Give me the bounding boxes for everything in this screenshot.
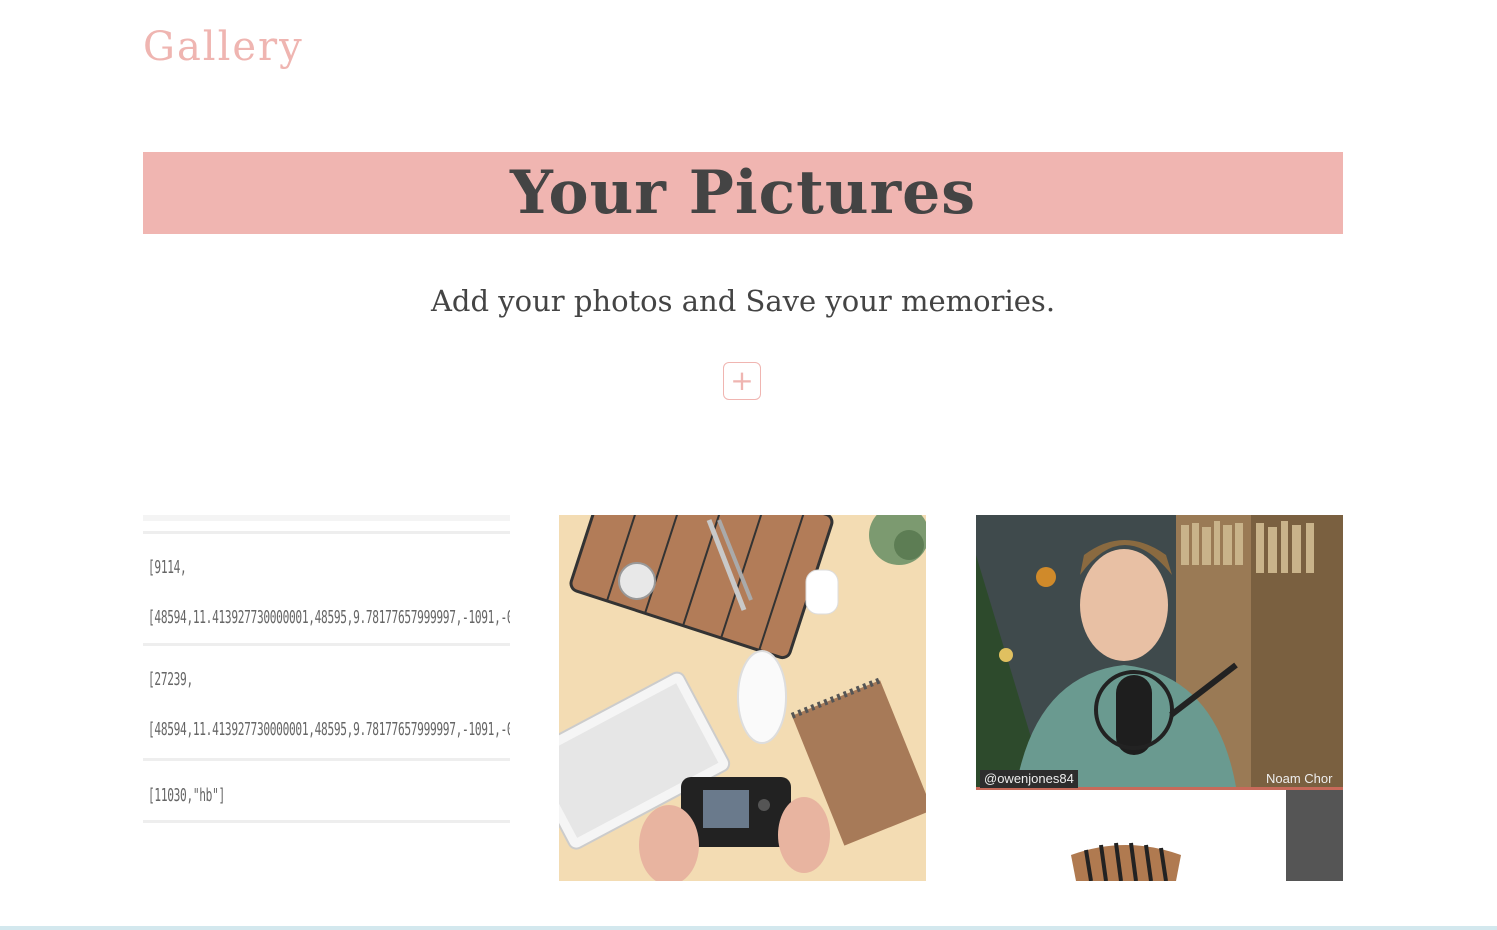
- desk-flatlay-image: [559, 515, 926, 881]
- divider: [143, 758, 510, 761]
- brand-logo[interactable]: Gallery: [143, 24, 304, 70]
- add-photo-button[interactable]: +: [723, 362, 761, 400]
- divider: [143, 515, 510, 521]
- code-line: [48594,11.413927730000001,48595,9.781776…: [148, 607, 510, 628]
- code-line: [27239,: [148, 669, 193, 690]
- code-line: [9114,: [148, 557, 187, 578]
- divider: [143, 643, 510, 646]
- footer-divider: [0, 926, 1497, 930]
- tagline: Add your photos and Save your memories.: [430, 284, 1056, 318]
- gallery-photo-3[interactable]: @owenjones84 Noam Chor: [976, 515, 1343, 881]
- video-still-image: [976, 515, 1343, 881]
- divider: [143, 820, 510, 823]
- guest-name-label: Noam Chor: [1266, 771, 1333, 786]
- page-title: Your Pictures: [509, 158, 977, 228]
- gallery-photo-2[interactable]: [559, 515, 926, 881]
- gallery-photo-1[interactable]: [9114, [48594,11.413927730000001,48595,9…: [143, 515, 510, 881]
- code-line: [11030,"hb"]: [148, 785, 225, 806]
- code-line: [48594,11.413927730000001,48595,9.781776…: [148, 719, 510, 740]
- divider: [143, 531, 510, 534]
- channel-handle-label: @owenjones84: [980, 770, 1078, 788]
- hero-banner: Your Pictures: [143, 152, 1343, 234]
